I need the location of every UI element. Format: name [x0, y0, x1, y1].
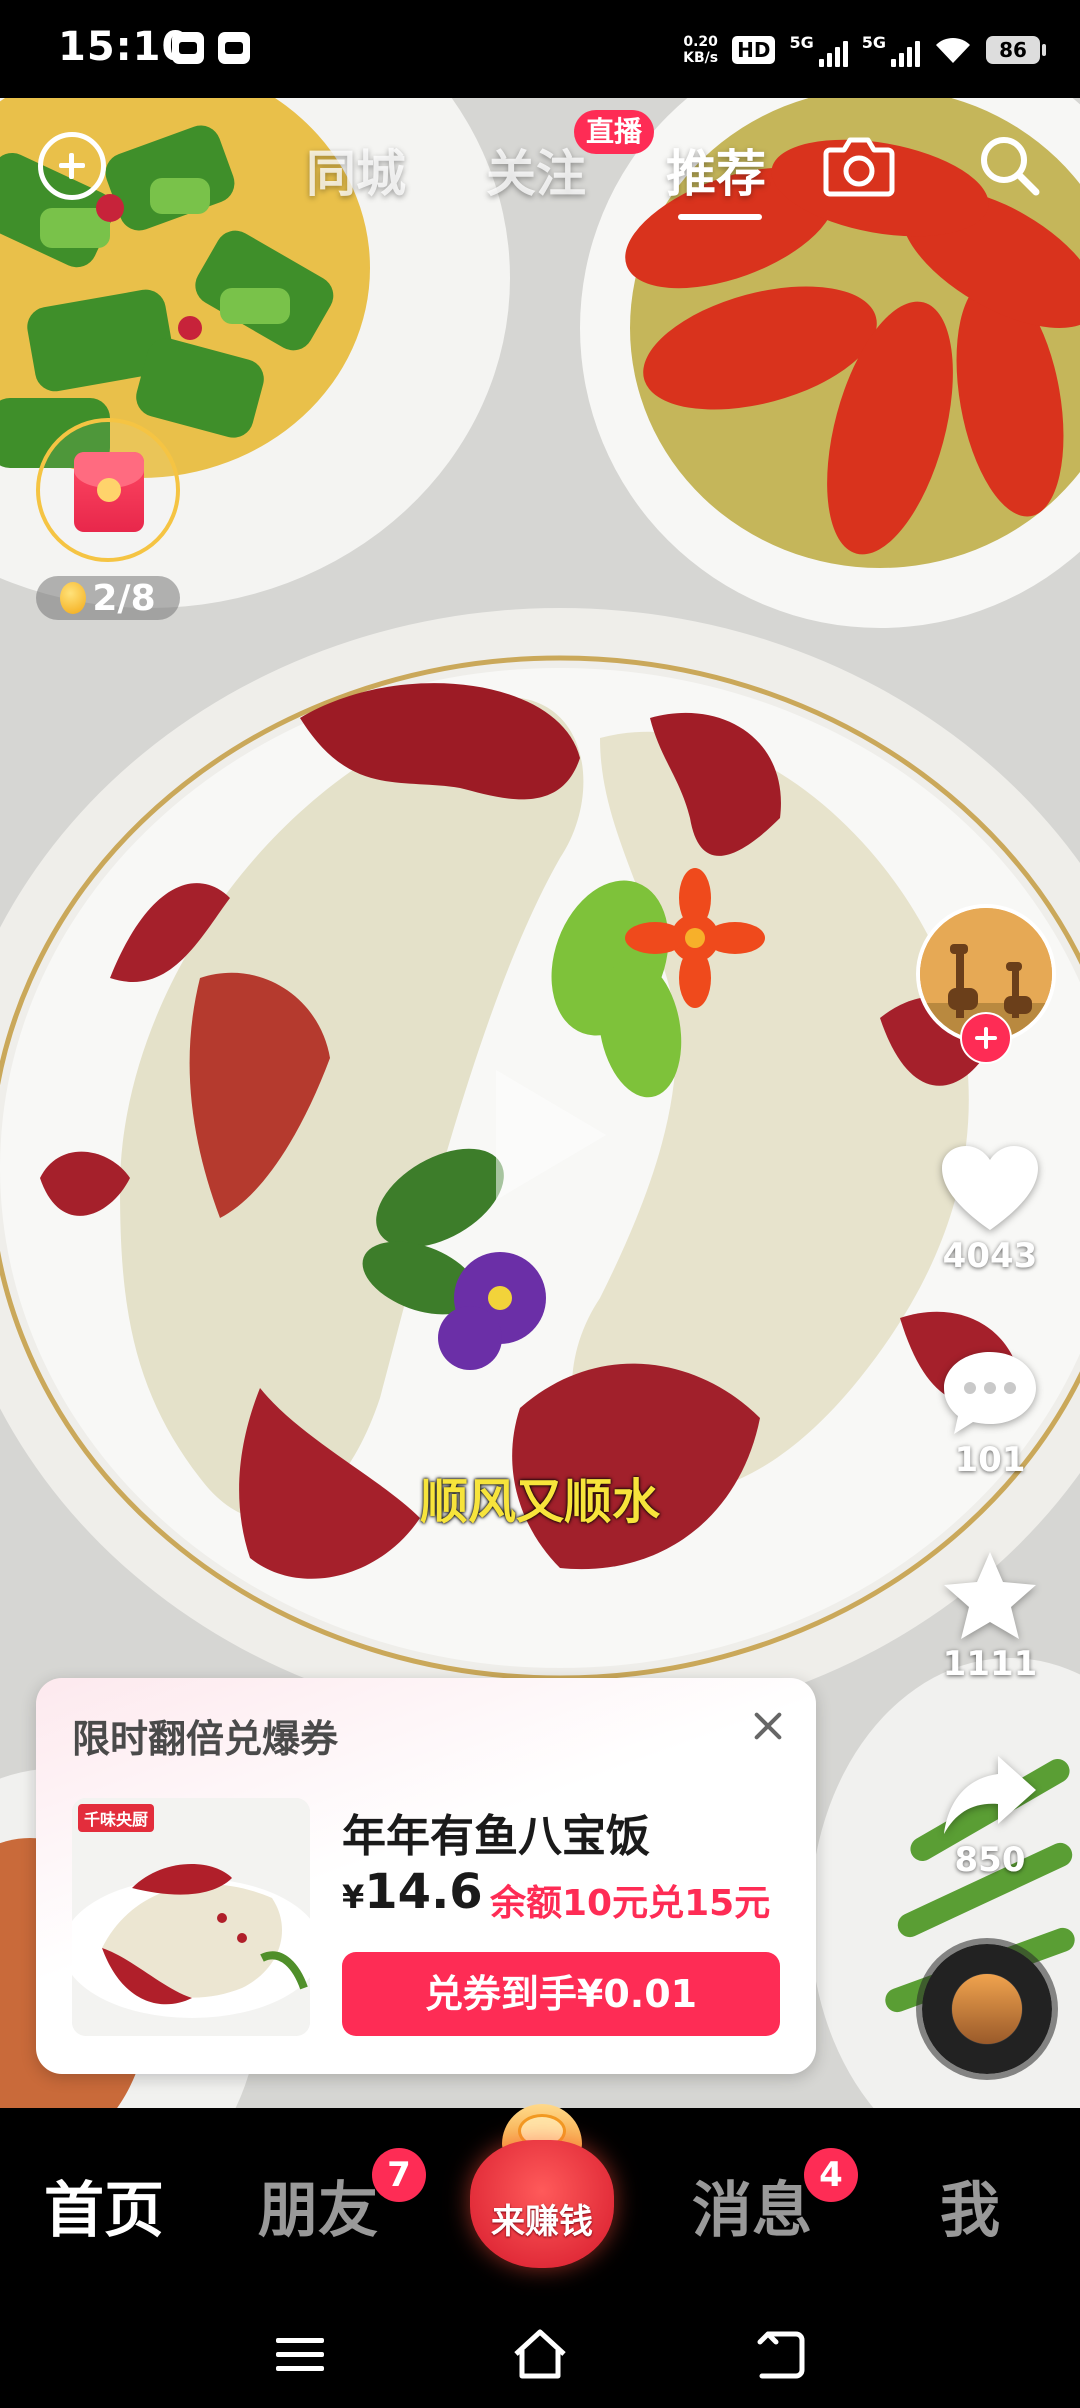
product-image [72, 1798, 310, 2036]
wifi-icon [936, 37, 970, 63]
product-thumbnail[interactable]: 千味央厨 [72, 1798, 310, 2036]
nav-friends[interactable]: 朋友 [258, 2162, 378, 2249]
music-disc-icon[interactable] [922, 1944, 1052, 2074]
brand-tag: 千味央厨 [78, 1804, 155, 1832]
status-indicators: 0.20 KB/s HD 5G 5G 86 [683, 28, 1046, 72]
top-nav: 同城 关注 直播 推荐 [0, 98, 1080, 238]
gold-coin-icon [60, 582, 87, 614]
battery-icon: 86 [986, 36, 1046, 64]
promo-title: 限时翻倍兑爆券 [72, 1717, 339, 1761]
app-screen: 15:10 0.20 KB/s HD 5G 5G 86 同城 关注 直播 推荐 … [0, 0, 1080, 2408]
add-icon[interactable] [38, 132, 106, 200]
like-count: 4043 [942, 1236, 1038, 1276]
live-badge[interactable]: 直播 [574, 110, 655, 154]
nav-messages[interactable]: 消息 [692, 2162, 812, 2249]
promo-offer: 余额10元兑15元 [490, 1883, 771, 1924]
tab-local[interactable]: 同城 [306, 134, 406, 206]
camera-icon[interactable] [822, 134, 896, 198]
menu-icon[interactable] [270, 2324, 330, 2384]
messages-badge: 4 [804, 2148, 858, 2202]
nav-me[interactable]: 我 [940, 2162, 1000, 2249]
home-icon[interactable] [510, 2324, 570, 2384]
back-icon[interactable] [750, 2324, 810, 2384]
status-bar: 15:10 0.20 KB/s HD 5G 5G 86 [0, 0, 1080, 98]
favorite-count: 1111 [942, 1644, 1038, 1684]
play-icon[interactable] [456, 1050, 626, 1220]
heart-icon [942, 1146, 1038, 1230]
nav-earn-money[interactable]: 来赚钱 [460, 2100, 624, 2270]
comment-button[interactable]: 101 [900, 1348, 1080, 1480]
coin-progress-text: 2/8 [92, 577, 156, 619]
notification-app-icon [218, 32, 250, 64]
red-envelope-icon [74, 452, 144, 532]
hd-voice-icon: HD [732, 36, 776, 64]
signal-label: 5G [789, 33, 814, 52]
network-speed-unit: KB/s [683, 50, 719, 66]
active-tab-indicator [678, 214, 762, 220]
signal-icon: 5G [789, 33, 848, 67]
follow-button[interactable] [960, 1012, 1012, 1064]
comment-icon [944, 1352, 1036, 1434]
search-icon[interactable] [976, 132, 1042, 198]
product-name: 年年有鱼八宝饭 [342, 1811, 650, 1862]
close-icon[interactable] [748, 1706, 788, 1746]
share-button[interactable]: 850 [900, 1752, 1080, 1880]
red-packet-widget[interactable] [36, 418, 180, 562]
price-value: 14.6 [364, 1864, 483, 1920]
network-speed: 0.20 KB/s [683, 34, 718, 66]
signal-label: 5G [861, 33, 886, 52]
favorite-button[interactable]: 1111 [900, 1550, 1080, 1684]
signal-icon: 5G [862, 33, 920, 67]
coin-progress[interactable]: 2/8 [36, 576, 180, 620]
share-count: 850 [954, 1840, 1026, 1880]
product-price: ¥14.6 [342, 1864, 483, 1920]
star-icon [944, 1552, 1036, 1639]
nav-home[interactable]: 首页 [44, 2162, 164, 2249]
earn-money-label: 来赚钱 [491, 2202, 593, 2242]
network-speed-value: 0.20 [683, 34, 718, 50]
like-button[interactable]: 4043 [900, 1144, 1080, 1276]
status-time: 15:10 [58, 24, 191, 70]
friends-badge: 7 [372, 2148, 426, 2202]
comment-count: 101 [954, 1440, 1026, 1480]
redeem-coupon-button[interactable]: 兑券到手¥0.01 [342, 1952, 780, 2036]
share-icon [944, 1756, 1036, 1834]
promo-card[interactable]: 限时翻倍兑爆券 千味央厨 年年有鱼八宝饭 ¥14.6 余额10元兑15元 兑券到… [36, 1678, 816, 2074]
tab-following[interactable]: 关注 [486, 134, 586, 206]
notification-app-icon [172, 32, 204, 64]
tab-recommended[interactable]: 推荐 [666, 134, 766, 206]
system-nav-bar [0, 2298, 1080, 2408]
price-currency: ¥ [342, 1878, 365, 1916]
